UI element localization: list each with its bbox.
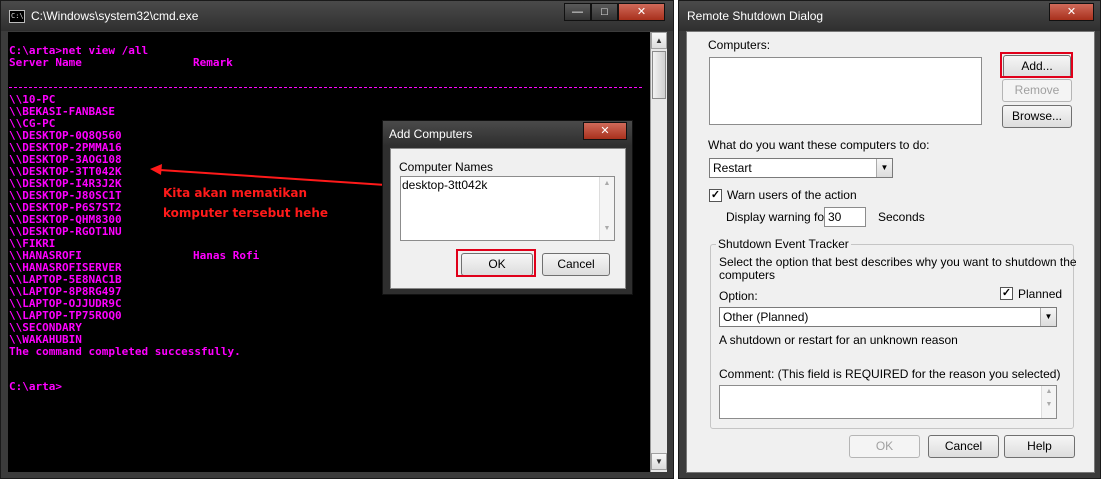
scroll-up-icon[interactable]: ▲ xyxy=(1042,388,1056,395)
option-select-value: Other (Planned) xyxy=(723,310,809,324)
command-completed: The command completed successfully. xyxy=(9,345,241,358)
event-tracker-title: Shutdown Event Tracker xyxy=(716,237,851,251)
minimize-icon[interactable]: — xyxy=(564,3,591,21)
annotation-line-2: komputer tersebut hehe xyxy=(163,206,328,220)
tracker-description-1: Select the option that best describes wh… xyxy=(719,255,1077,269)
computers-label: Computers: xyxy=(708,38,771,52)
console-separator xyxy=(9,87,642,88)
scroll-up-icon[interactable]: ▲ xyxy=(600,180,614,187)
cmd-title: C:\Windows\system32\cmd.exe xyxy=(31,9,199,23)
close-icon[interactable]: ✕ xyxy=(583,122,627,140)
console-scrollbar[interactable]: ▲ ▼ xyxy=(650,32,667,472)
computer-names-label: Computer Names xyxy=(399,160,494,174)
chevron-down-icon[interactable]: ▼ xyxy=(1040,308,1056,326)
option-description: A shutdown or restart for an unknown rea… xyxy=(719,333,958,347)
annotation-line-1: Kita akan mematikan xyxy=(163,186,308,200)
scroll-thumb[interactable] xyxy=(652,51,666,99)
cmd-titlebar[interactable]: C:\ C:\Windows\system32\cmd.exe — □ ✕ xyxy=(1,1,673,31)
action-select-value: Restart xyxy=(713,161,752,175)
comment-label: Comment: (This field is REQUIRED for the… xyxy=(719,367,1061,381)
planned-checkbox[interactable]: ✓ xyxy=(1000,287,1013,300)
remote-shutdown-body: Computers: Add... Remove Browse... What … xyxy=(686,31,1095,473)
server-remark: Hanas Rofi xyxy=(193,249,260,262)
scroll-down-icon[interactable]: ▼ xyxy=(600,225,614,232)
header-server-name: Server Name xyxy=(9,56,82,69)
chevron-down-icon[interactable]: ▼ xyxy=(876,159,892,177)
warn-label: Warn users of the action xyxy=(727,188,857,202)
ok-highlight xyxy=(456,249,536,277)
seconds-label: Seconds xyxy=(878,210,925,224)
warning-seconds-value: 30 xyxy=(828,210,842,224)
remote-shutdown-dialog: Remote Shutdown Dialog ✕ Computers: Add.… xyxy=(678,0,1101,479)
console-prompt: C:\arta> xyxy=(9,380,62,393)
computer-names-field[interactable]: desktop-3tt042k ▲ ▼ xyxy=(400,176,615,241)
scroll-down-icon[interactable]: ▼ xyxy=(651,453,667,470)
add-computers-body: Computer Names desktop-3tt042k ▲ ▼ OK Ca… xyxy=(390,148,626,289)
tracker-description-2: computers xyxy=(719,268,776,282)
help-button[interactable]: Help xyxy=(1004,435,1075,458)
add-computers-titlebar[interactable]: Add Computers ✕ xyxy=(383,121,632,145)
comment-scrollbar[interactable]: ▲ ▼ xyxy=(1041,386,1056,418)
remote-shutdown-titlebar[interactable]: Remote Shutdown Dialog ✕ xyxy=(679,1,1100,31)
close-icon[interactable]: ✕ xyxy=(618,3,665,21)
option-select[interactable]: Other (Planned) ▼ xyxy=(719,307,1057,327)
display-warning-label: Display warning for xyxy=(726,210,829,224)
add-computers-title: Add Computers xyxy=(389,127,473,141)
computers-list[interactable] xyxy=(709,57,982,125)
scroll-down-icon[interactable]: ▼ xyxy=(1042,401,1056,408)
comment-field[interactable]: ▲ ▼ xyxy=(719,385,1057,419)
warning-seconds-input[interactable]: 30 xyxy=(824,207,866,227)
action-label: What do you want these computers to do: xyxy=(708,138,930,152)
remove-button[interactable]: Remove xyxy=(1002,79,1072,102)
add-highlight xyxy=(1000,52,1073,78)
option-label: Option: xyxy=(719,289,758,303)
ok-button[interactable]: OK xyxy=(849,435,920,458)
action-select[interactable]: Restart ▼ xyxy=(709,158,893,178)
warn-checkbox[interactable]: ✓ xyxy=(709,189,722,202)
planned-label: Planned xyxy=(1018,287,1063,301)
remote-shutdown-title: Remote Shutdown Dialog xyxy=(687,9,824,23)
close-icon[interactable]: ✕ xyxy=(1049,3,1094,21)
maximize-icon[interactable]: □ xyxy=(591,3,618,21)
add-computers-dialog: Add Computers ✕ Computer Names desktop-3… xyxy=(382,120,633,295)
cancel-button[interactable]: Cancel xyxy=(542,253,610,276)
browse-button[interactable]: Browse... xyxy=(1002,105,1072,128)
cmd-app-icon: C:\ xyxy=(9,10,25,23)
header-remark: Remark xyxy=(193,56,233,69)
cancel-button[interactable]: Cancel xyxy=(928,435,999,458)
computer-names-scrollbar[interactable]: ▲ ▼ xyxy=(599,177,614,240)
computer-names-value: desktop-3tt042k xyxy=(402,178,488,192)
scroll-up-icon[interactable]: ▲ xyxy=(651,32,667,49)
